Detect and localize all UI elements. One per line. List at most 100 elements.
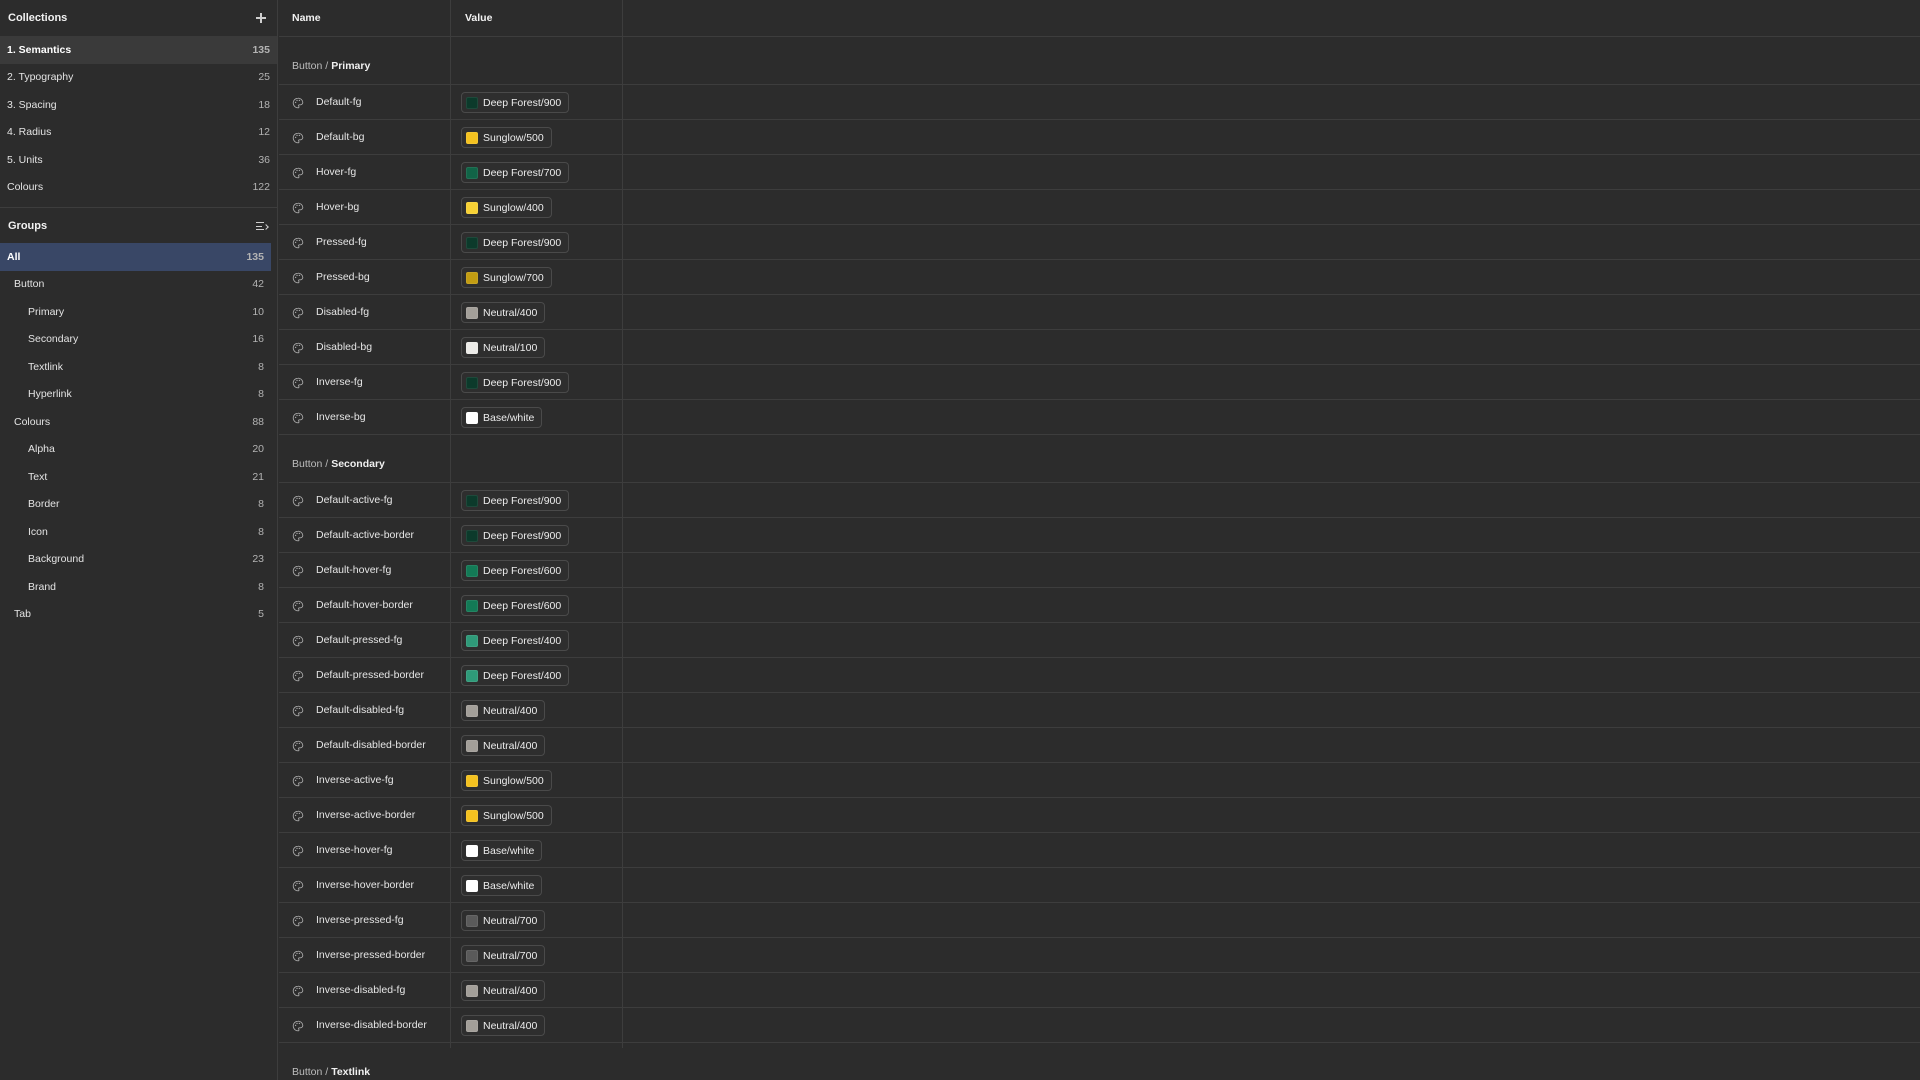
variable-name[interactable]: Default-active-border (316, 529, 414, 541)
group-item-secondary[interactable]: Secondary 16 (0, 326, 277, 354)
variable-name[interactable]: Pressed-fg (316, 236, 367, 248)
group-item-all[interactable]: All 135 (0, 243, 271, 271)
variable-value-pill[interactable]: Neutral/400 (461, 700, 546, 721)
variable-name[interactable]: Inverse-disabled-fg (316, 984, 405, 996)
variable-name[interactable]: Inverse-disabled-border (316, 1019, 427, 1031)
group-item-hyperlink[interactable]: Hyperlink 8 (0, 381, 277, 409)
variable-value-pill[interactable]: Sunglow/500 (461, 805, 552, 826)
variable-value-pill[interactable]: Neutral/400 (461, 980, 546, 1001)
table-row[interactable]: Default-active-border Deep Forest/900 (279, 518, 1920, 553)
variable-name[interactable]: Inverse-pressed-fg (316, 914, 404, 926)
variable-value-pill[interactable]: Deep Forest/400 (461, 665, 570, 686)
add-collection-button[interactable] (253, 10, 269, 26)
group-item-icon[interactable]: Icon 8 (0, 518, 277, 546)
variable-value-pill[interactable]: Neutral/400 (461, 1015, 546, 1036)
table-row[interactable]: Disabled-bg Neutral/100 (279, 330, 1920, 365)
column-header-value[interactable]: Value (465, 12, 492, 24)
table-row[interactable]: Pressed-fg Deep Forest/900 (279, 225, 1920, 260)
variable-value-pill[interactable]: Base/white (461, 407, 543, 428)
variable-name[interactable]: Default-pressed-border (316, 669, 424, 681)
variable-value-pill[interactable]: Deep Forest/600 (461, 595, 570, 616)
variable-value-pill[interactable]: Base/white (461, 840, 543, 861)
group-item-primary[interactable]: Primary 10 (0, 298, 277, 326)
table-row[interactable]: Inverse-active-fg Sunglow/500 (279, 763, 1920, 798)
group-item-colours[interactable]: Colours 88 (0, 408, 277, 436)
table-row[interactable]: Inverse-disabled-fg Neutral/400 (279, 973, 1920, 1008)
table-row[interactable]: Default-disabled-border Neutral/400 (279, 728, 1920, 763)
group-item-border[interactable]: Border 8 (0, 491, 277, 519)
table-row[interactable]: Pressed-bg Sunglow/700 (279, 260, 1920, 295)
variable-name[interactable]: Inverse-active-fg (316, 774, 394, 786)
variable-value-pill[interactable]: Neutral/100 (461, 337, 546, 358)
variable-name[interactable]: Hover-bg (316, 201, 359, 213)
collection-item-1-semantics[interactable]: 1. Semantics 135 (0, 36, 277, 64)
collection-item-2-typography[interactable]: 2. Typography 25 (0, 64, 277, 92)
variable-name[interactable]: Inverse-bg (316, 411, 366, 423)
variable-value-pill[interactable]: Base/white (461, 875, 543, 896)
table-row[interactable]: Inverse-pressed-fg Neutral/700 (279, 903, 1920, 938)
table-row[interactable]: Disabled-fg Neutral/400 (279, 295, 1920, 330)
variable-value-pill[interactable]: Sunglow/500 (461, 127, 552, 148)
table-row[interactable]: Inverse-hover-fg Base/white (279, 833, 1920, 868)
group-item-brand[interactable]: Brand 8 (0, 573, 277, 601)
variable-name[interactable]: Disabled-fg (316, 306, 369, 318)
table-row[interactable]: Inverse-fg Deep Forest/900 (279, 365, 1920, 400)
table-row[interactable]: Hover-bg Sunglow/400 (279, 190, 1920, 225)
table-row[interactable]: Inverse-disabled-border Neutral/400 (279, 1008, 1920, 1043)
table-row[interactable]: Default-disabled-fg Neutral/400 (279, 693, 1920, 728)
variable-name[interactable]: Disabled-bg (316, 341, 372, 353)
variable-value-pill[interactable]: Deep Forest/900 (461, 232, 570, 253)
variable-name[interactable]: Inverse-active-border (316, 809, 415, 821)
table-row[interactable]: Inverse-pressed-border Neutral/700 (279, 938, 1920, 973)
variable-name[interactable]: Default-pressed-fg (316, 634, 402, 646)
variable-name[interactable]: Default-hover-border (316, 599, 413, 611)
variable-name[interactable]: Inverse-pressed-border (316, 949, 425, 961)
variable-value-pill[interactable]: Neutral/400 (461, 735, 546, 756)
column-header-name[interactable]: Name (292, 12, 321, 24)
collection-item-colours[interactable]: Colours 122 (0, 174, 277, 202)
variable-name[interactable]: Default-disabled-border (316, 739, 426, 751)
group-item-text[interactable]: Text 21 (0, 463, 277, 491)
variable-value-pill[interactable]: Deep Forest/900 (461, 490, 570, 511)
variable-name[interactable]: Inverse-fg (316, 376, 363, 388)
table-row[interactable]: Default-hover-border Deep Forest/600 (279, 588, 1920, 623)
group-item-tab[interactable]: Tab 5 (0, 601, 277, 629)
group-item-button[interactable]: Button 42 (0, 271, 277, 299)
variable-name[interactable]: Pressed-bg (316, 271, 370, 283)
variable-name[interactable]: Default-disabled-fg (316, 704, 404, 716)
table-row[interactable]: Hover-fg Deep Forest/700 (279, 155, 1920, 190)
variable-value-pill[interactable]: Neutral/700 (461, 945, 546, 966)
table-row[interactable]: Default-active-fg Deep Forest/900 (279, 483, 1920, 518)
table-row[interactable]: Inverse-hover-border Base/white (279, 868, 1920, 903)
collection-item-3-spacing[interactable]: 3. Spacing 18 (0, 91, 277, 119)
variable-name[interactable]: Default-active-fg (316, 494, 392, 506)
variable-value-pill[interactable]: Deep Forest/600 (461, 560, 570, 581)
collection-item-4-radius[interactable]: 4. Radius 12 (0, 119, 277, 147)
variable-name[interactable]: Default-hover-fg (316, 564, 391, 576)
table-row[interactable]: Default-fg Deep Forest/900 (279, 85, 1920, 120)
variable-value-pill[interactable]: Deep Forest/400 (461, 630, 570, 651)
variable-value-pill[interactable]: Neutral/700 (461, 910, 546, 931)
collection-item-5-units[interactable]: 5. Units 36 (0, 146, 277, 174)
variable-value-pill[interactable]: Sunglow/700 (461, 267, 552, 288)
table-row[interactable]: Default-hover-fg Deep Forest/600 (279, 553, 1920, 588)
variable-value-pill[interactable]: Neutral/400 (461, 302, 546, 323)
variable-value-pill[interactable]: Deep Forest/900 (461, 92, 570, 113)
table-row[interactable]: Default-bg Sunglow/500 (279, 120, 1920, 155)
variable-value-pill[interactable]: Deep Forest/900 (461, 372, 570, 393)
groups-menu-button[interactable] (254, 218, 270, 234)
group-item-alpha[interactable]: Alpha 20 (0, 436, 277, 464)
variable-name[interactable]: Inverse-hover-border (316, 879, 414, 891)
table-row[interactable]: Inverse-active-border Sunglow/500 (279, 798, 1920, 833)
table-row[interactable]: Default-pressed-fg Deep Forest/400 (279, 623, 1920, 658)
variable-value-pill[interactable]: Deep Forest/900 (461, 525, 570, 546)
table-row[interactable]: Inverse-bg Base/white (279, 400, 1920, 435)
variable-name[interactable]: Inverse-hover-fg (316, 844, 392, 856)
variable-value-pill[interactable]: Sunglow/500 (461, 770, 552, 791)
variable-value-pill[interactable]: Sunglow/400 (461, 197, 552, 218)
variable-name[interactable]: Default-fg (316, 96, 362, 108)
group-item-textlink[interactable]: Textlink 8 (0, 353, 277, 381)
variable-name[interactable]: Default-bg (316, 131, 364, 143)
variable-name[interactable]: Hover-fg (316, 166, 356, 178)
table-row[interactable]: Default-pressed-border Deep Forest/400 (279, 658, 1920, 693)
